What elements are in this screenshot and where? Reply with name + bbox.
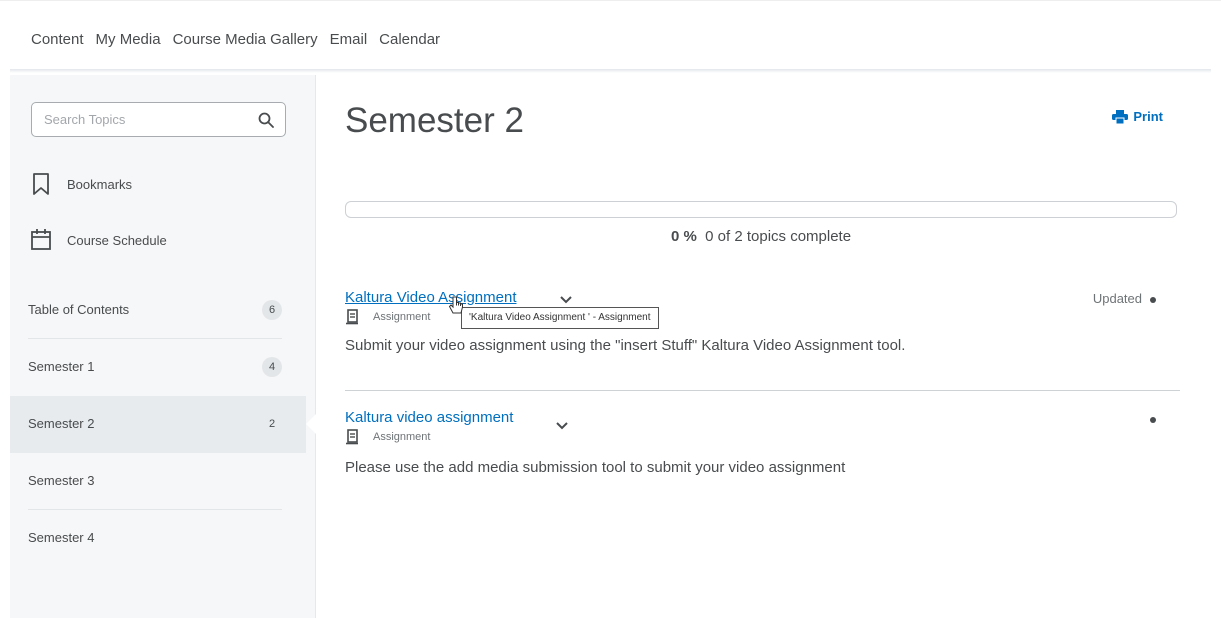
progress-bar: [345, 201, 1177, 218]
nav-item-my-media[interactable]: My Media: [96, 31, 161, 48]
progress-summary: 0 % 0 of 2 topics complete: [345, 228, 1177, 245]
assignment-icon: [346, 429, 358, 445]
toc-item-count-badge: 4: [262, 357, 282, 377]
topic-status: Updated: [1092, 291, 1142, 306]
navbar-shadow: [10, 69, 1211, 73]
progress-topics-complete: 0 of 2 topics complete: [705, 228, 852, 245]
print-label: Print: [1133, 109, 1163, 124]
search-placeholder: Search Topics: [44, 112, 126, 127]
print-button[interactable]: Print: [1112, 109, 1163, 124]
bookmarks-label: Bookmarks: [67, 176, 133, 192]
main-content: Semester 2 Print 0 % 0 of 2 topics compl…: [345, 75, 1185, 615]
topic-description: Submit your video assignment using the "…: [345, 337, 906, 354]
toc-item-semester-4[interactable]: Semester 4: [10, 510, 306, 567]
topic-description: Please use the add media submission tool…: [345, 459, 846, 476]
top-navbar: Content My Media Course Media Gallery Em…: [0, 0, 1221, 70]
unread-dot: [1150, 297, 1156, 303]
assignment-icon: [346, 309, 358, 325]
toc-item-label: Table of Contents: [28, 302, 130, 317]
chevron-down-icon[interactable]: [559, 295, 573, 305]
search-input[interactable]: Search Topics: [31, 102, 286, 137]
topic-title-link[interactable]: Kaltura video assignment: [345, 409, 513, 426]
nav-item-email[interactable]: Email: [330, 31, 368, 48]
topic-type-label: Assignment: [373, 311, 431, 323]
bookmarks-link[interactable]: Bookmarks: [30, 171, 132, 197]
sidebar: Search Topics Bookmarks Course Schedule …: [10, 75, 317, 618]
toc-item-label: Semester 4: [28, 530, 95, 545]
chevron-down-icon[interactable]: [555, 421, 569, 431]
toc-item-count-badge: 6: [262, 300, 282, 320]
nav-item-course-media-gallery[interactable]: Course Media Gallery: [173, 31, 318, 48]
unread-dot: [1150, 417, 1156, 423]
progress-percent: 0 %: [670, 228, 697, 245]
course-schedule-label: Course Schedule: [67, 232, 167, 248]
toc-item-label: Semester 1: [28, 359, 95, 374]
calendar-icon: [31, 229, 51, 250]
toc-item-semester-1[interactable]: Semester 1 4: [10, 339, 306, 396]
topic-type: Assignment: [345, 429, 430, 445]
topic-type-label: Assignment: [373, 431, 431, 443]
nav-item-calendar[interactable]: Calendar: [379, 31, 440, 48]
toc-item-count-badge: 2: [262, 414, 282, 434]
printer-icon: [1112, 109, 1129, 124]
hand-cursor-icon: [448, 296, 463, 314]
topic-tooltip: 'Kaltura Video Assignment ' - Assignment: [461, 307, 659, 329]
nav-items: Content My Media Course Media Gallery Em…: [31, 31, 452, 48]
nav-item-content[interactable]: Content: [31, 31, 84, 48]
bookmark-icon: [33, 173, 49, 195]
toc-item-label: Semester 3: [28, 473, 95, 488]
toc-item-label: Semester 2: [28, 416, 95, 431]
active-indicator-arrow: [306, 413, 317, 435]
search-icon[interactable]: [257, 111, 275, 129]
page-title: Semester 2: [345, 101, 524, 140]
topic-item: Kaltura video assignment Assignment Plea…: [345, 409, 1180, 479]
topic-type: Assignment: [345, 309, 430, 325]
toc-item-table-of-contents[interactable]: Table of Contents 6: [10, 282, 306, 339]
toc-item-semester-2[interactable]: Semester 2 2: [10, 396, 317, 453]
divider: [345, 390, 1180, 391]
course-schedule-link[interactable]: Course Schedule: [30, 227, 167, 253]
topic-item: Kaltura Video Assignment Assignment Subm…: [345, 289, 1180, 359]
topic-title-link[interactable]: Kaltura Video Assignment: [345, 289, 517, 306]
toc-item-semester-3[interactable]: Semester 3: [10, 453, 306, 510]
